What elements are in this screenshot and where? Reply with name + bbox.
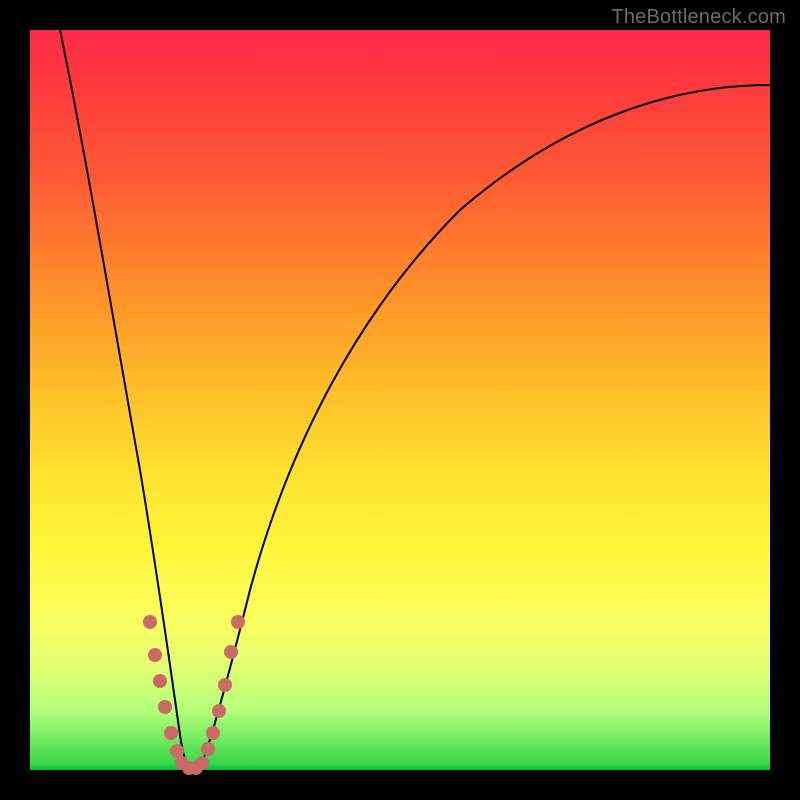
marker-left	[153, 674, 167, 688]
marker-left	[170, 744, 184, 758]
marker-right	[231, 615, 245, 629]
marker-right	[195, 756, 209, 770]
marker-left	[143, 615, 157, 629]
watermark-text: TheBottleneck.com	[611, 6, 786, 29]
marker-right	[218, 678, 232, 692]
marker-left	[158, 700, 172, 714]
marker-right	[224, 645, 238, 659]
left-branch-curve	[60, 30, 190, 768]
plot-area	[30, 30, 770, 770]
marker-left	[164, 726, 178, 740]
curve-layer	[30, 30, 770, 770]
marker-group	[143, 615, 245, 775]
marker-right	[212, 704, 226, 718]
chart-frame: TheBottleneck.com	[0, 0, 800, 800]
marker-right	[201, 742, 215, 756]
marker-left	[148, 648, 162, 662]
marker-right	[206, 726, 220, 740]
right-branch-curve	[200, 85, 770, 768]
